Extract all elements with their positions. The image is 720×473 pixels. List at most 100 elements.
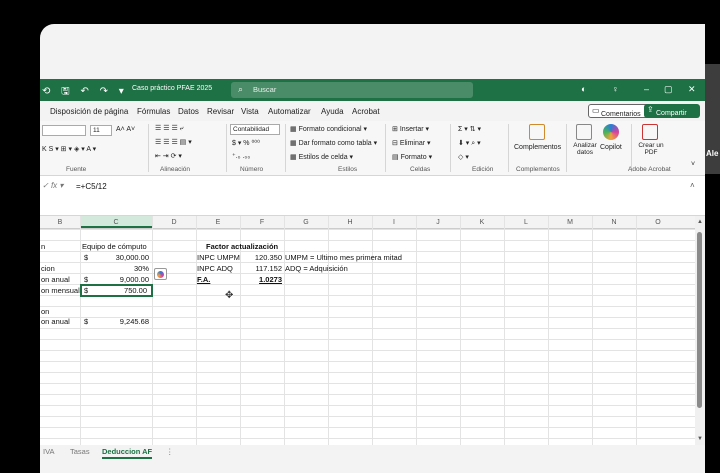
cell-f6[interactable]: 1.0273 — [242, 275, 282, 284]
menu-datos[interactable]: Datos — [178, 107, 199, 116]
cell-c4[interactable]: 30,000.00 — [92, 253, 149, 262]
estilos-celda-label: Estilos de celda — [298, 154, 348, 161]
cell-f5[interactable]: 117.152 — [242, 264, 282, 273]
number-format-box[interactable]: Contabilidad — [230, 124, 280, 135]
align-top-icons[interactable]: ☰ ☰ ☰ ⤶ — [155, 124, 184, 133]
cell-c3[interactable]: Equipo de cómputo — [82, 242, 147, 251]
copilot-button[interactable]: Copilot — [600, 144, 622, 151]
add-sheet-icon[interactable]: ⋮ — [166, 447, 174, 456]
cell-c10[interactable]: 9,245.68 — [92, 317, 149, 326]
selected-cell-c7 — [80, 284, 153, 297]
col-b[interactable]: B — [40, 219, 80, 226]
decimal-icons[interactable]: ⁺.₀ .₀₀ — [232, 152, 250, 160]
menu-disposicion[interactable]: Disposición de página — [50, 107, 128, 116]
minimize-icon[interactable]: – — [644, 84, 649, 94]
pdf-icon[interactable] — [642, 124, 658, 140]
formula-expand-icon[interactable]: ˄ — [690, 181, 695, 190]
close-icon[interactable]: ✕ — [688, 84, 696, 95]
col-f[interactable]: F — [240, 219, 284, 226]
cell-b9[interactable]: on — [41, 307, 49, 316]
col-l[interactable]: L — [504, 219, 548, 226]
cell-b7[interactable]: on mensual — [41, 286, 80, 295]
currency-percent-icons[interactable]: $ ▾ % ⁰⁰⁰ — [232, 139, 260, 147]
scroll-up-icon[interactable]: ▲ — [697, 219, 703, 225]
indent-icons[interactable]: ⇤ ⇥ ⟳ ▾ — [155, 152, 182, 160]
divider — [566, 124, 567, 172]
font-size-box[interactable]: 11 — [90, 125, 112, 136]
col-k[interactable]: K — [460, 219, 504, 226]
menu-acrobat[interactable]: Acrobat — [352, 107, 380, 116]
col-d[interactable]: D — [152, 219, 196, 226]
sheet-tab-deduccion-af[interactable]: Deduccion AF — [102, 447, 153, 459]
col-g[interactable]: G — [284, 219, 328, 226]
col-m[interactable]: M — [548, 219, 592, 226]
fx-label: fx — [50, 181, 58, 190]
fill-find-icons[interactable]: ⬇ ▾ ⌕ ▾ — [458, 139, 481, 148]
col-h[interactable]: H — [328, 219, 372, 226]
cell-b5[interactable]: cion — [41, 264, 55, 273]
scroll-down-icon[interactable]: ▼ — [697, 436, 703, 442]
analizar-datos-button[interactable]: Analizar datos — [570, 142, 600, 156]
cell-b10[interactable]: on anual — [41, 317, 70, 326]
cell-f4[interactable]: 120.350 — [242, 253, 282, 262]
menu-ayuda[interactable]: Ayuda — [321, 107, 344, 116]
clear-icon[interactable]: ◇ ▾ — [458, 153, 469, 161]
font-size-grow-icon[interactable]: A˄ A˅ — [116, 126, 135, 133]
account-icon[interactable]: ◐ — [581, 84, 586, 94]
col-c[interactable]: C — [80, 216, 152, 228]
cell-g5[interactable]: ADQ = Adquisición — [285, 264, 348, 273]
sheet-tab-iva[interactable]: IVA — [43, 447, 55, 456]
cell-c4-currency: $ — [84, 253, 89, 262]
bold-italic-underline-icons[interactable]: K S ▾ ⊞ ▾ ◈ ▾ A ▾ — [42, 145, 96, 153]
eliminar-button[interactable]: ⊟ Eliminar ▾ — [392, 139, 431, 147]
formato-condicional-button[interactable]: ▦ Formato condicional ▾ — [290, 125, 367, 133]
complementos-button[interactable]: Complementos — [514, 144, 561, 151]
autosum-sort-icons[interactable]: Σ ▾ ⇅ ▾ — [458, 125, 481, 133]
copilot-icon[interactable] — [603, 124, 619, 140]
col-i[interactable]: I — [372, 219, 416, 226]
dar-formato-tabla-button[interactable]: ▦ Dar formato como tabla ▾ — [290, 139, 377, 147]
cell-e3[interactable]: Factor actualización — [206, 242, 278, 251]
side-video-panel: Ale — [705, 64, 720, 174]
menu-revisar[interactable]: Revisar — [207, 107, 234, 116]
menu-vista[interactable]: Vista — [241, 107, 259, 116]
formato-button[interactable]: ▤ Formato ▾ — [392, 153, 432, 161]
complementos-icon[interactable] — [529, 124, 545, 140]
cell-b3[interactable]: n — [41, 242, 45, 251]
col-j[interactable]: J — [416, 219, 460, 226]
insertar-button[interactable]: ⊞ Insertar ▾ — [392, 125, 429, 133]
group-estilos: Estilos — [338, 166, 358, 173]
share-button[interactable]: ⇪ Compartir — [644, 104, 700, 118]
quick-analysis-button[interactable] — [154, 268, 167, 280]
col-e[interactable]: E — [196, 219, 240, 226]
quick-access-icons[interactable]: ⟲ 🖫 ↶ ↷ ▾ — [42, 84, 128, 101]
font-name-box[interactable] — [42, 125, 86, 136]
col-n[interactable]: N — [592, 219, 636, 226]
cell-e4[interactable]: INPC UMPM — [197, 253, 240, 262]
sheet-tab-tasas[interactable]: Tasas — [70, 447, 90, 456]
menu-automatizar[interactable]: Automatizar — [268, 107, 311, 116]
lightbulb-icon[interactable]: ♀ — [612, 84, 619, 94]
search-box[interactable]: ⌕ Buscar — [231, 82, 473, 98]
menu-formulas[interactable]: Fórmulas — [137, 107, 170, 116]
fx-icon[interactable]: ✓ fx ▾ — [42, 181, 63, 190]
scrollbar-thumb[interactable] — [697, 232, 702, 408]
ribbon-collapse-icon[interactable]: ˅ — [691, 161, 695, 168]
gridline — [504, 216, 505, 445]
col-o[interactable]: O — [636, 219, 680, 226]
cell-c5[interactable]: 30% — [92, 264, 149, 273]
cell-e5[interactable]: INPC ADQ — [197, 264, 233, 273]
estilos-celda-button[interactable]: ▦ Estilos de celda ▾ — [290, 153, 353, 161]
cell-e6[interactable]: F.A. — [197, 275, 210, 284]
crear-pdf-button[interactable]: Crear un PDF — [636, 142, 666, 156]
gridline — [80, 216, 81, 445]
gridline — [196, 216, 197, 445]
formula-input[interactable]: =+C5/12 — [76, 182, 107, 191]
gridline — [636, 216, 637, 445]
cell-b6[interactable]: on anual — [41, 275, 70, 284]
align-center-icons[interactable]: ☰ ☰ ☰ ▤ ▾ — [155, 138, 192, 146]
cell-c6[interactable]: 9,000.00 — [92, 275, 149, 284]
restore-icon[interactable]: ▢ — [664, 84, 673, 95]
analizar-datos-icon[interactable] — [576, 124, 592, 140]
cell-g4[interactable]: UMPM = Ultimo mes primera mitad — [285, 253, 402, 262]
